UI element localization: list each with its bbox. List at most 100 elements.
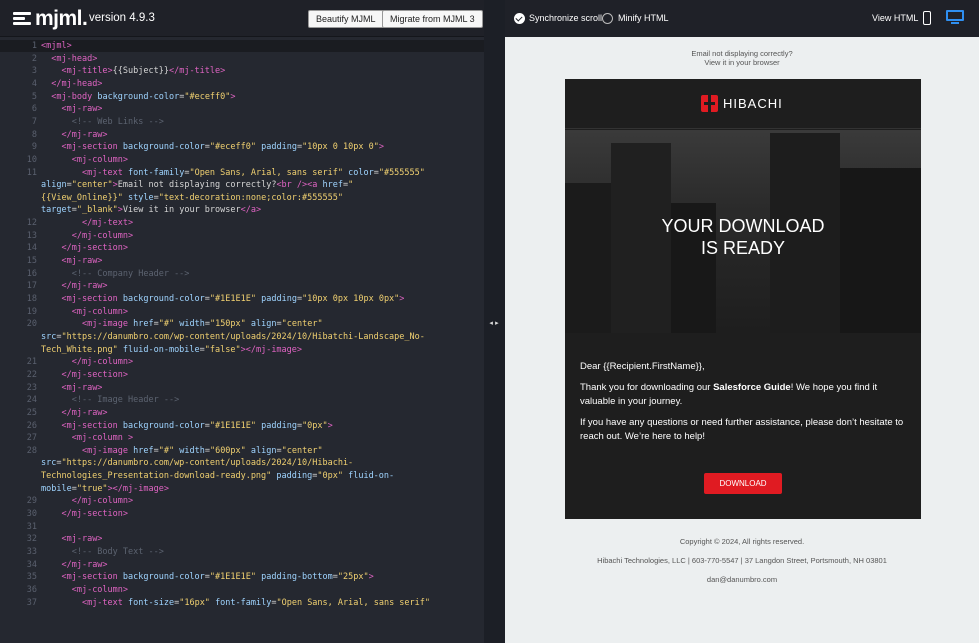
code-line[interactable]: 21 </mj-column> <box>0 356 484 368</box>
migrate-mjml3-button[interactable]: Migrate from MJML 3 <box>382 10 483 28</box>
line-number: 20 <box>26 319 37 330</box>
hibachi-logo[interactable]: HIBACHI <box>701 95 783 112</box>
code-text: <mj-section background-color="#1E1E1E" p… <box>61 294 405 304</box>
line-number: 33 <box>26 547 37 557</box>
code-text: </mj-section> <box>61 509 129 520</box>
code-line[interactable]: 6 <mj-raw> <box>0 103 484 115</box>
code-line[interactable]: src="https://danumbro.com/wp-content/upl… <box>0 331 484 343</box>
code-line[interactable]: 14 </mj-section> <box>0 242 484 254</box>
logo-text: mjml. <box>35 7 88 30</box>
code-line[interactable]: 36 <mj-column> <box>0 584 484 596</box>
line-number: 29 <box>26 496 37 507</box>
code-line[interactable]: Tech_White.png" fluid-on-mobile="false">… <box>0 344 484 356</box>
code-text: <!-- Web Links --> <box>71 116 164 127</box>
code-line[interactable]: 7 <!-- Web Links --> <box>0 116 484 128</box>
code-line[interactable]: 16 <!-- Company Header --> <box>0 268 484 280</box>
code-line[interactable]: 13 </mj-column> <box>0 230 484 242</box>
code-text: <mj-column> <box>71 306 129 317</box>
code-line[interactable]: target="_blank">View it in your browser<… <box>0 204 484 216</box>
code-line[interactable]: 19 <mj-column> <box>0 306 484 318</box>
code-line[interactable]: 23 <mj-raw> <box>0 382 484 394</box>
code-text: <mj-text font-size="16px" font-family="O… <box>81 597 431 608</box>
line-number: 6 <box>31 104 37 115</box>
mjml-logo: mjml. <box>13 7 88 30</box>
line-number: 7 <box>31 116 37 127</box>
code-line[interactable]: 37 <mj-text font-size="16px" font-family… <box>0 597 484 609</box>
preview-toolbar: Synchronize scroll Minify HTML View HTML <box>505 0 979 37</box>
line-number: 16 <box>26 268 37 279</box>
code-text: <mj-column> <box>71 584 129 595</box>
code-text: src="https://danumbro.com/wp-content/upl… <box>41 458 354 469</box>
code-line[interactable]: 9 <mj-section background-color="#eceff0"… <box>0 141 484 153</box>
code-text: </mj-section> <box>61 369 129 380</box>
code-line[interactable]: 27 <mj-column > <box>0 432 484 444</box>
hero-line-1: YOUR DOWNLOAD <box>661 216 825 236</box>
code-line[interactable]: 31 <box>0 521 484 533</box>
paragraph-2: If you have any questions or need furthe… <box>580 416 904 443</box>
code-line[interactable]: Technologies_Presentation-download-ready… <box>0 470 484 482</box>
code-text: </mj-column> <box>71 357 134 368</box>
code-text: <mj-section background-color="#1E1E1E" p… <box>61 420 333 431</box>
code-line[interactable]: 22 </mj-section> <box>0 369 484 381</box>
desktop-preview-icon[interactable] <box>946 10 964 24</box>
download-button[interactable]: DOWNLOAD <box>704 473 782 494</box>
code-line[interactable]: 10 <mj-column> <box>0 154 484 166</box>
code-text: <mj-body background-color="#eceff0"> <box>51 91 236 102</box>
code-line[interactable]: {{View_Online}}" style="text-decoration:… <box>0 192 484 204</box>
line-number: 30 <box>26 509 37 520</box>
code-line[interactable]: 12 </mj-text> <box>0 217 484 229</box>
line-number: 5 <box>31 91 37 102</box>
code-line[interactable]: 8 </mj-raw> <box>0 129 484 141</box>
code-line[interactable]: 15 <mj-raw> <box>0 255 484 267</box>
code-line[interactable]: 1 <mjml> <box>0 40 484 52</box>
editor-pane: mjml. version 4.9.3 Beautify MJML Migrat… <box>0 0 484 643</box>
code-line[interactable]: 4 </mj-head> <box>0 78 484 90</box>
code-text: <mj-image href="#" width="600px" align="… <box>81 445 323 456</box>
code-text: </mj-column> <box>71 230 134 241</box>
code-line[interactable]: 26 <mj-section background-color="#1E1E1E… <box>0 420 484 432</box>
code-line[interactable]: 25 </mj-raw> <box>0 407 484 419</box>
line-number: 11 <box>26 167 37 178</box>
line-number: 21 <box>26 357 37 368</box>
code-line[interactable]: 18 <mj-section background-color="#1E1E1E… <box>0 293 484 305</box>
footer-email[interactable]: dan@danumbro.com <box>505 575 979 584</box>
code-line[interactable]: 2 <mj-head> <box>0 53 484 65</box>
hero-image[interactable]: YOUR DOWNLOAD IS READY <box>565 130 921 333</box>
code-line[interactable]: 11 <mj-text font-family="Open Sans, Aria… <box>0 167 484 179</box>
code-line[interactable]: align="center">Email not displaying corr… <box>0 179 484 191</box>
code-text: <!-- Company Header --> <box>71 268 190 279</box>
code-line[interactable]: 34 </mj-raw> <box>0 559 484 571</box>
view-html-button[interactable]: View HTML <box>872 13 918 24</box>
code-line[interactable]: 29 </mj-column> <box>0 495 484 507</box>
splitter-arrows-icon[interactable]: ◂ ▸ <box>485 318 503 328</box>
code-line[interactable]: 17 </mj-raw> <box>0 280 484 292</box>
line-number: 22 <box>26 369 37 380</box>
version-label: version 4.9.3 <box>89 12 155 24</box>
code-line[interactable]: 5 <mj-body background-color="#eceff0"> <box>0 91 484 103</box>
code-line[interactable]: 24 <!-- Image Header --> <box>0 394 484 406</box>
line-number: 9 <box>31 142 37 153</box>
beautify-mjml-button[interactable]: Beautify MJML <box>308 10 384 28</box>
code-text: <!-- Body Text --> <box>71 547 164 557</box>
synchronize-scroll-label[interactable]: Synchronize scroll <box>529 13 602 24</box>
line-number: 27 <box>26 433 37 444</box>
code-line[interactable]: 32 <mj-raw> <box>0 533 484 545</box>
view-in-browser-link[interactable]: View it in your browser <box>505 58 979 67</box>
code-line[interactable]: 30 </mj-section> <box>0 508 484 520</box>
minify-html-checkbox[interactable] <box>602 13 613 24</box>
code-line[interactable]: mobile="true"></mj-image> <box>0 483 484 495</box>
minify-html-label[interactable]: Minify HTML <box>618 13 669 24</box>
code-line[interactable]: 3 <mj-title>{{Subject}}</mj-title> <box>0 65 484 77</box>
code-text: <mjml> <box>41 41 72 51</box>
code-line[interactable]: 28 <mj-image href="#" width="600px" alig… <box>0 445 484 457</box>
code-line[interactable]: src="https://danumbro.com/wp-content/upl… <box>0 457 484 469</box>
code-text: align="center">Email not displaying corr… <box>41 180 354 191</box>
mobile-preview-icon[interactable] <box>923 11 931 25</box>
code-line[interactable]: 20 <mj-image href="#" width="150px" alig… <box>0 318 484 330</box>
code-line[interactable]: 35 <mj-section background-color="#1E1E1E… <box>0 571 484 583</box>
hibachi-logo-icon <box>701 95 718 112</box>
code-editor[interactable]: 1 <mjml> 2 <mj-head> 3 <mj-title>{{Subject}… <box>0 37 484 643</box>
code-line[interactable]: 33 <!-- Body Text --> <box>0 546 484 558</box>
synchronize-scroll-checkbox[interactable] <box>514 13 525 24</box>
line-number: 37 <box>26 597 37 608</box>
